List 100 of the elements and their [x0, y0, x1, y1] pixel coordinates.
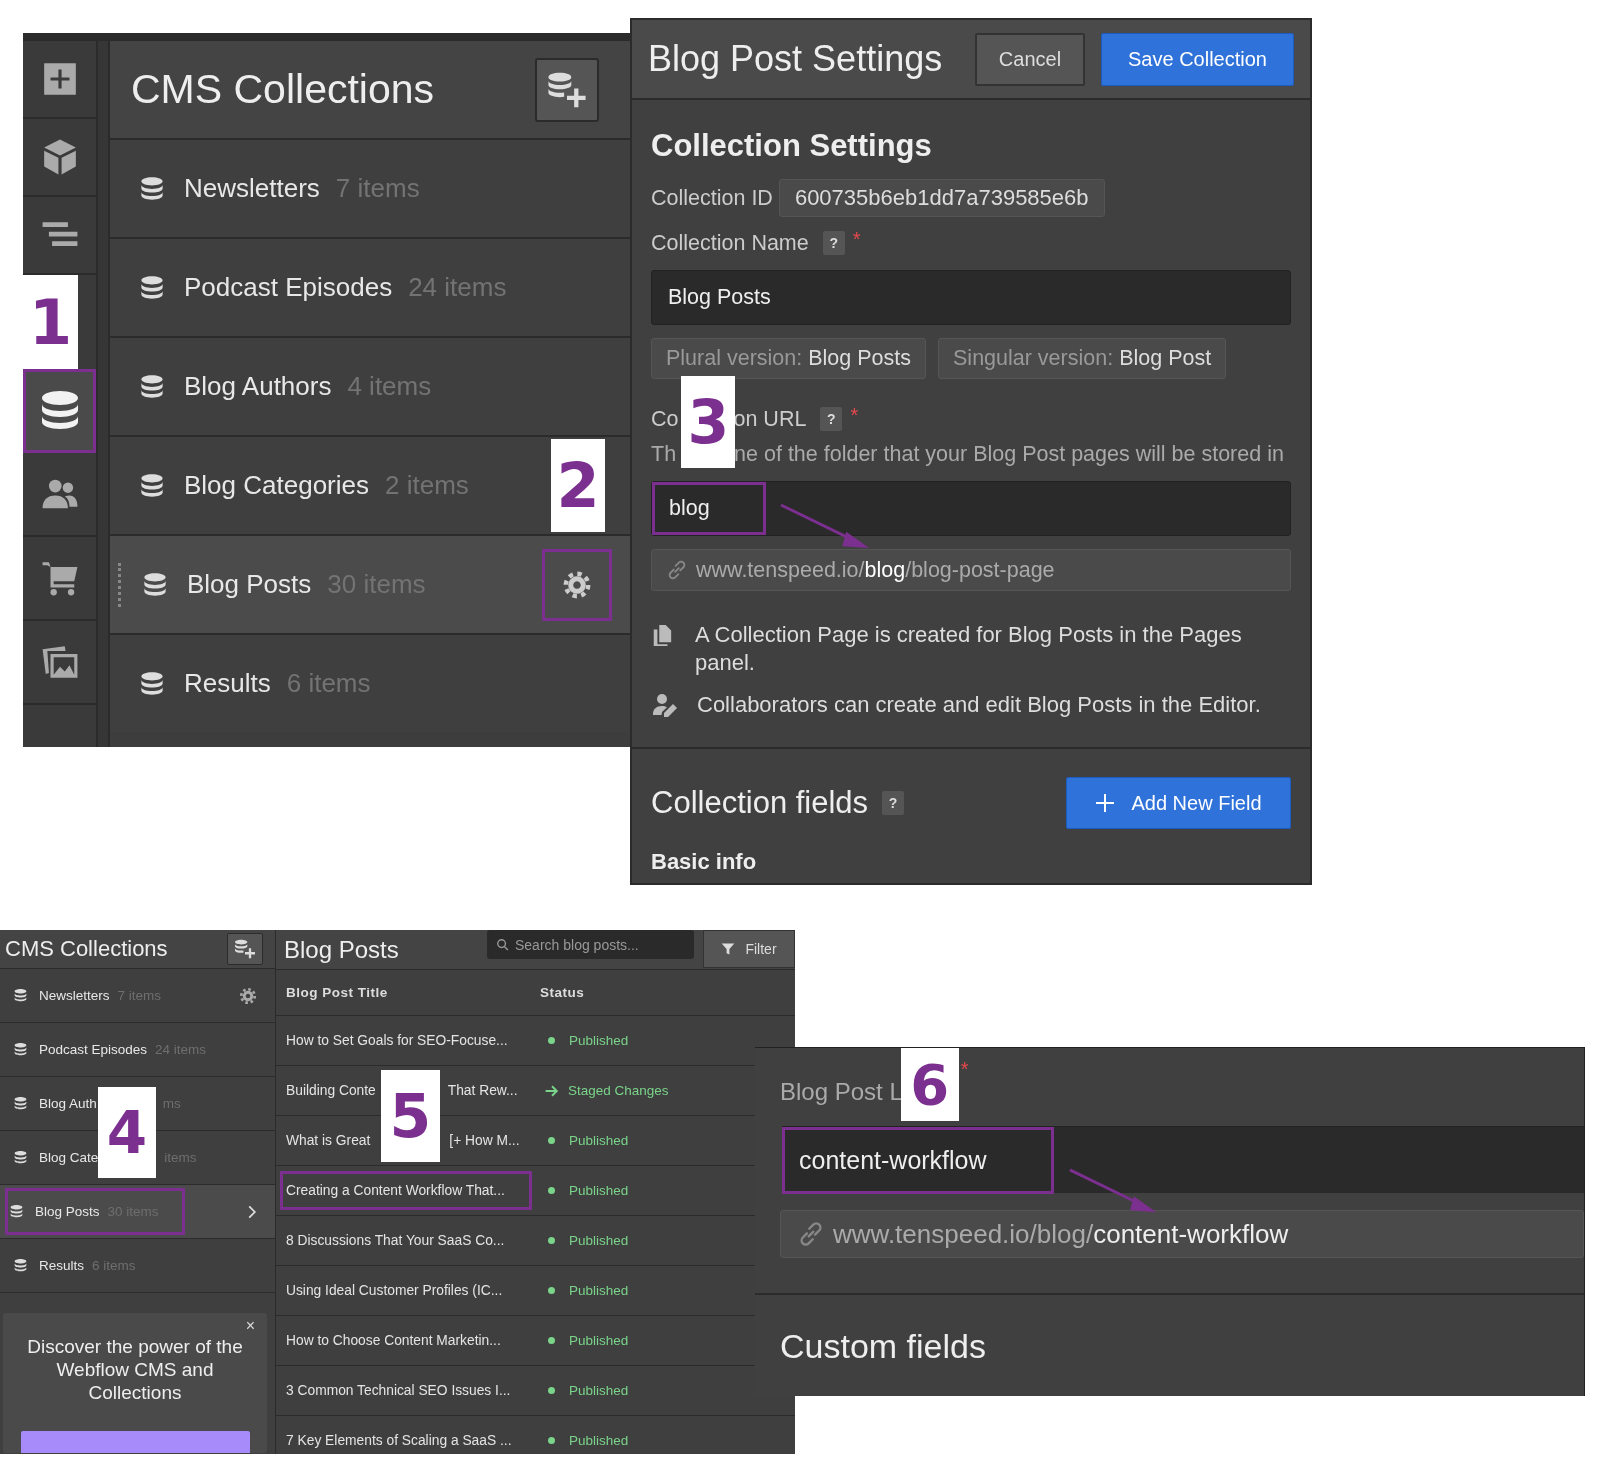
section-title: Collection fields	[651, 785, 869, 821]
chip-label: Plural version:	[666, 346, 803, 371]
collection-name: Podcast Episodes	[184, 272, 393, 303]
filter-button[interactable]: Filter	[703, 930, 795, 968]
settings-icon[interactable]	[239, 986, 257, 1005]
url-text: www.tenspeed.io/blog/blog-post-page	[696, 557, 1055, 583]
status-text: Staged Changes	[568, 1083, 669, 1098]
database-icon	[14, 1150, 27, 1165]
database-add-icon	[234, 939, 256, 959]
database-icon	[14, 1096, 27, 1111]
post-title[interactable]: [+ How M...	[443, 1130, 523, 1151]
required-mark: *	[850, 404, 859, 427]
collection-name: Blog Auth	[39, 1096, 97, 1111]
add-collection-button[interactable]	[227, 933, 263, 965]
url-text: www.tenspeed.io/blog/content-workflow	[833, 1218, 1289, 1250]
help-badge[interactable]: ?	[820, 407, 843, 431]
collection-name: Results	[39, 1258, 84, 1273]
step-number: 4	[98, 1087, 156, 1178]
status-text: Published	[569, 1383, 629, 1398]
collection-name: Blog Categories	[184, 470, 369, 501]
help-badge[interactable]: ?	[882, 791, 905, 815]
plus-icon	[1095, 793, 1116, 813]
field-label: Co	[651, 406, 679, 432]
post-title[interactable]: What is Great	[280, 1130, 374, 1151]
help-text: Th	[651, 441, 677, 467]
post-title[interactable]: How to Choose Content Marketin...	[280, 1330, 504, 1351]
collection-name: Newsletters	[184, 173, 320, 204]
status-text: Published	[569, 1183, 629, 1198]
database-icon	[14, 988, 27, 1003]
field-label: Collection ID	[651, 185, 773, 211]
section-title: Collection Settings	[651, 128, 933, 164]
close-button[interactable]: ×	[245, 1317, 255, 1335]
post-title[interactable]: 3 Common Technical SEO Issues I...	[280, 1380, 514, 1401]
post-title[interactable]: 8 Discussions That Your SaaS Co...	[280, 1230, 508, 1251]
database-icon	[140, 274, 164, 301]
settings-icon	[562, 569, 592, 600]
field-value: blog	[669, 496, 710, 521]
collection-name: Newsletters	[39, 988, 110, 1003]
step-number: 6	[900, 1048, 959, 1121]
chip-label: Singular version:	[953, 346, 1114, 371]
slug-field[interactable]: content-workflow	[782, 1126, 1584, 1193]
step-number: 2	[551, 439, 605, 532]
status-text: Published	[569, 1433, 629, 1448]
step-number: 5	[380, 1069, 440, 1162]
status-text: Published	[569, 1233, 629, 1248]
field-value: Blog Posts	[668, 285, 771, 310]
status-text: Published	[569, 1333, 629, 1348]
promo-text: Discover the power of the Webflow CMS and Collections	[26, 1335, 244, 1404]
status-text: Published	[569, 1133, 629, 1148]
panel-title: Blog Posts	[284, 935, 400, 964]
panel-title: CMS Collections	[131, 66, 436, 113]
link-icon	[666, 559, 688, 581]
cart-icon	[40, 559, 79, 597]
dialog-title: Blog Post Settings	[648, 38, 944, 80]
post-title[interactable]: Building Conte	[280, 1080, 379, 1101]
pages-icon	[651, 623, 673, 647]
collection-name: Blog Posts	[35, 1204, 100, 1219]
post-title[interactable]: Using Ideal Customer Profiles (IC...	[280, 1280, 506, 1301]
field-label: on URL	[733, 406, 807, 432]
post-title[interactable]: That Rew...	[441, 1080, 521, 1101]
collection-name: Results	[184, 668, 271, 699]
status-text: Published	[569, 1033, 629, 1048]
name-field[interactable]: Blog Posts	[651, 270, 1291, 325]
step-number: 3	[681, 376, 736, 468]
info-text: A Collection Page is created for Blog Posts in the Pages panel.	[695, 621, 1243, 677]
database-icon	[14, 1258, 27, 1273]
add-field-button[interactable]: Add New Field	[1066, 777, 1291, 829]
add-collection-button[interactable]	[535, 57, 599, 122]
save-button[interactable]: Save Collection	[1101, 32, 1294, 86]
help-text: ne of the folder that your Blog Post pages will be stored in	[734, 441, 1284, 467]
status-text: Published	[569, 1283, 629, 1298]
info-text: Collaborators can create and edit Blog Posts in the Editor.	[697, 691, 1261, 719]
settings-button[interactable]	[542, 548, 612, 621]
collection-name: Blog Posts	[187, 569, 312, 600]
panel-title: CMS Collections	[5, 936, 169, 962]
field-label: Collection Name	[651, 230, 809, 256]
database-icon	[140, 472, 164, 499]
chip-value: Blog Post	[1119, 346, 1212, 371]
post-title[interactable]: How to Set Goals for SEO-Focuse...	[280, 1030, 511, 1051]
search-icon	[496, 938, 510, 952]
url-field[interactable]: blog	[651, 481, 1291, 536]
database-icon	[140, 670, 164, 697]
database-icon	[140, 175, 164, 202]
database-icon	[10, 1204, 23, 1219]
chevron-right-icon[interactable]	[247, 1204, 257, 1219]
search-field[interactable]: Search blog posts...	[487, 930, 694, 959]
post-title[interactable]: Creating a Content Workflow That...	[280, 1171, 532, 1210]
help-badge[interactable]: ?	[822, 231, 845, 255]
column-header: Status	[540, 985, 585, 1000]
link-icon	[797, 1220, 825, 1248]
cancel-button[interactable]: Cancel	[975, 32, 1085, 86]
post-title[interactable]: 7 Key Elements of Scaling a SaaS ...	[280, 1430, 515, 1451]
section-title: Custom fields	[780, 1327, 986, 1365]
collection-name: Blog Authors	[184, 371, 332, 402]
collection-id: 600735b6eb1dd7a739585e6b	[778, 179, 1105, 217]
subsection-title: Basic info	[651, 849, 758, 875]
database-icon	[140, 373, 164, 400]
required-mark: *	[960, 1058, 969, 1081]
database-icon	[14, 1042, 27, 1057]
images-icon	[40, 643, 79, 681]
